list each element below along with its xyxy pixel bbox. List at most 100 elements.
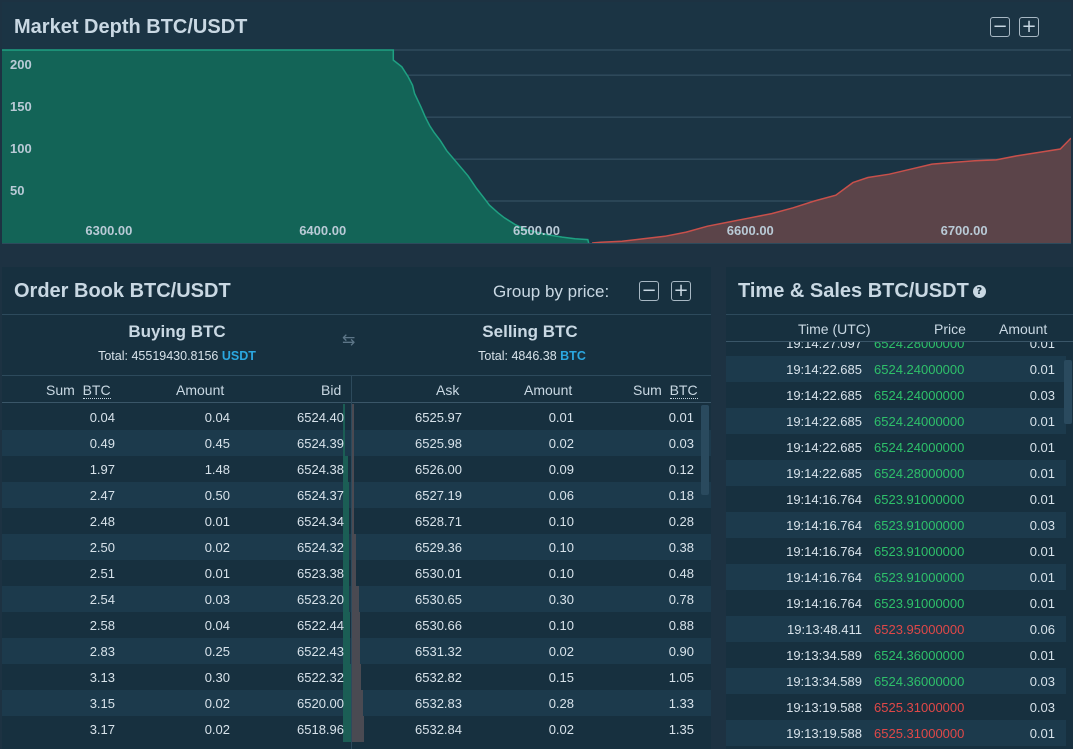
ask-amount-cell: 0.01 [548,410,574,425]
table-row[interactable]: 3.15 0.02 6520.00 6532.83 0.28 1.33 [2,690,711,716]
bid-price-header[interactable]: Bid [321,382,341,398]
bid-depth-bar [343,612,350,638]
x-tick-label: 6700.00 [941,223,988,238]
bid-sum-cell: 2.50 [89,540,115,555]
table-row[interactable]: 2.54 0.03 6523.20 6530.65 0.30 0.78 [2,586,711,612]
ask-price-header[interactable]: Ask [436,382,459,398]
bid-amount-header[interactable]: Amount [176,382,224,398]
trade-amount: 0.06 [1029,622,1055,637]
table-row[interactable]: 2.47 0.50 6524.37 6527.19 0.06 0.18 [2,482,711,508]
ask-depth-bar [352,508,354,534]
ask-depth-bar [352,534,356,560]
selling-total-currency: BTC [560,349,586,363]
trade-time: 19:14:22.685 [786,466,862,481]
ask-depth-area [592,138,1071,243]
ask-depth-bar [352,560,356,586]
group-by-price-label: Group by price: [493,282,610,301]
group-minus-button[interactable]: − [639,281,659,301]
order-book-scrollbar[interactable] [701,405,709,495]
x-tick-label: 6300.00 [85,223,132,238]
trade-amount: 0.03 [1029,700,1055,715]
bid-sum-header[interactable]: Sum BTC [46,382,111,399]
ask-amount-cell: 0.10 [548,566,574,581]
bid-sum-cell: 3.15 [89,696,115,711]
ask-sum-header[interactable]: Sum BTC [633,382,698,399]
bid-sum-cell: 0.04 [89,410,115,425]
bid-price-cell: 6522.32 [297,670,344,685]
ask-depth-bar [352,404,354,430]
order-book-title: Order Book BTC/USDT [14,280,231,302]
table-row[interactable]: 3.17 0.02 6518.96 6532.84 0.02 1.35 [2,716,711,742]
zoom-in-button[interactable]: + [1019,17,1039,37]
ask-amount-cell: 0.10 [548,618,574,633]
zoom-out-button[interactable]: − [990,17,1010,37]
trade-amount: 0.03 [1029,674,1055,689]
trade-amount: 0.01 [1029,362,1055,377]
selling-total-value: Total: 4846.38 [478,349,557,363]
trade-price: 6523.91000000 [874,492,965,507]
swap-icon[interactable]: ⇆ [342,332,355,348]
trade-price: 6524.36000000 [874,674,965,689]
bid-sum-cell: 2.58 [89,618,115,633]
bid-price-cell: 6523.20 [297,592,344,607]
depth-title: Market Depth BTC/USDT [14,16,248,38]
x-tick-label: 6600.00 [727,223,774,238]
ask-price-cell: 6525.97 [415,410,462,425]
y-tick-label: 50 [10,183,24,198]
trade-amount: 0.01 [1029,570,1055,585]
selling-title: Selling BTC [482,322,578,341]
ask-depth-bar [352,690,363,716]
bid-price-cell: 6523.38 [297,566,344,581]
buying-title: Buying BTC [128,322,226,341]
table-row[interactable]: 2.83 0.25 6522.43 6531.32 0.02 0.90 [2,638,711,664]
table-row[interactable]: 1.97 1.48 6524.38 6526.00 0.09 0.12 [2,456,711,482]
table-row[interactable]: 2.50 0.02 6524.32 6529.36 0.10 0.38 [2,534,711,560]
y-tick-label: 150 [10,99,32,114]
group-plus-button[interactable]: + [671,281,691,301]
trade-time: 19:13:19.588 [786,700,862,715]
ask-sum-cell: 0.03 [668,436,694,451]
amount-header[interactable]: Amount [999,321,1047,337]
trade-row: 19:13:19.588 6525.31000000 0.01 [726,720,1066,746]
table-row[interactable]: 2.58 0.04 6522.44 6530.66 0.10 0.88 [2,612,711,638]
price-header[interactable]: Price [934,321,966,337]
trade-time: 19:14:22.685 [786,388,862,403]
time-sales-title: Time & Sales BTC/USDT? [738,280,986,303]
bid-amount-cell: 0.01 [204,566,230,581]
x-tick-label: 6500.00 [513,223,560,238]
trade-amount: 0.01 [1029,466,1055,481]
ask-amount-cell: 0.30 [548,592,574,607]
bid-amount-cell: 0.30 [204,670,230,685]
bid-sum-cell: 2.51 [89,566,115,581]
ask-sum-cell: 1.33 [668,696,694,711]
trade-amount: 0.01 [1029,596,1055,611]
trade-time: 19:14:22.685 [786,362,862,377]
ask-sum-cell: 0.12 [668,462,694,477]
table-row[interactable]: 2.48 0.01 6524.34 6528.71 0.10 0.28 [2,508,711,534]
ask-depth-bar [352,664,361,690]
trade-amount: 0.03 [1029,388,1055,403]
table-row[interactable]: 2.51 0.01 6523.38 6530.01 0.10 0.48 [2,560,711,586]
table-row[interactable]: 0.04 0.04 6524.40 6525.97 0.01 0.01 [2,404,711,430]
trade-amount: 0.01 [1029,648,1055,663]
trade-time: 19:14:16.764 [786,544,862,559]
trade-amount: 0.01 [1029,440,1055,455]
bid-amount-cell: 0.02 [204,540,230,555]
trade-price: 6524.24000000 [874,440,965,455]
ask-price-cell: 6530.66 [415,618,462,633]
trade-price: 6523.91000000 [874,518,965,533]
help-icon[interactable]: ? [972,285,986,299]
bid-amount-cell: 0.02 [204,722,230,737]
buying-total: Total: 45519430.8156 USDT [32,349,322,363]
table-row[interactable]: 3.13 0.30 6522.32 6532.82 0.15 1.05 [2,664,711,690]
ask-amount-header[interactable]: Amount [524,382,572,398]
btc-unit-label: BTC [82,382,111,399]
trades-scrollbar[interactable] [1064,360,1072,424]
trade-time: 19:14:16.764 [786,570,862,585]
table-row[interactable]: 0.49 0.45 6524.39 6525.98 0.02 0.03 [2,430,711,456]
time-header[interactable]: Time (UTC) [798,321,871,337]
ask-sum-cell: 0.48 [668,566,694,581]
trade-row: 19:14:22.685 6524.24000000 0.03 [726,382,1066,408]
trade-price: 6524.24000000 [874,414,965,429]
bid-depth-bar [343,664,351,690]
